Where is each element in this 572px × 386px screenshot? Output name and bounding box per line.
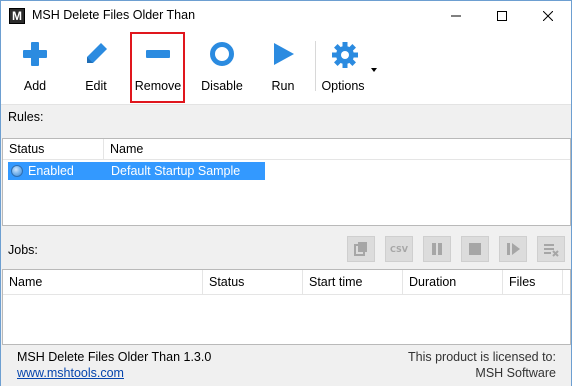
- app-logo-icon: M: [9, 8, 25, 24]
- gear-icon: [332, 42, 358, 68]
- close-button[interactable]: [525, 1, 571, 31]
- rules-list-header: Status Name: [3, 139, 570, 160]
- title-bar[interactable]: M MSH Delete Files Older Than: [1, 1, 571, 31]
- licensee-name: MSH Software: [475, 366, 556, 380]
- clear-button[interactable]: [537, 236, 565, 262]
- maximize-button[interactable]: [479, 1, 525, 31]
- column-header-status[interactable]: Status: [3, 139, 104, 160]
- edit-button[interactable]: Edit: [74, 35, 118, 97]
- step-icon: [507, 243, 520, 255]
- remove-highlight-box: [130, 32, 185, 103]
- copy-button[interactable]: [347, 236, 375, 262]
- rules-section-label: Rules:: [8, 110, 44, 124]
- run-button[interactable]: Run: [263, 35, 303, 97]
- column-header-files[interactable]: Files: [503, 270, 563, 295]
- clear-icon: [544, 244, 559, 257]
- disable-button[interactable]: Disable: [199, 35, 245, 97]
- column-header-name[interactable]: Name: [104, 139, 264, 160]
- pause-icon: [432, 243, 442, 255]
- export-csv-button[interactable]: CSV: [385, 236, 413, 262]
- pause-button[interactable]: [423, 236, 451, 262]
- jobs-section-label: Jobs:: [8, 243, 38, 257]
- stop-icon: [469, 243, 481, 255]
- column-header-name[interactable]: Name: [3, 270, 203, 295]
- column-header-status[interactable]: Status: [203, 270, 303, 295]
- rules-list[interactable]: Status Name Enabled Default Startup Samp…: [2, 138, 571, 226]
- app-window: M MSH Delete Files Older Than Add Edit R…: [0, 0, 572, 386]
- table-row[interactable]: Enabled Default Startup Sample Rule: [8, 162, 265, 196]
- jobs-list[interactable]: Name Status Start time Duration Files: [2, 269, 571, 345]
- column-header-duration[interactable]: Duration: [403, 270, 503, 295]
- add-button[interactable]: Add: [13, 35, 57, 97]
- plus-icon: [23, 42, 47, 66]
- minimize-icon: [451, 15, 461, 17]
- run-label: Run: [271, 79, 295, 93]
- options-button[interactable]: Options: [321, 35, 377, 97]
- step-button[interactable]: [499, 236, 527, 262]
- options-label: Options: [321, 79, 365, 93]
- edit-label: Edit: [85, 79, 107, 93]
- chevron-down-icon[interactable]: [371, 68, 377, 72]
- csv-icon: CSV: [390, 244, 408, 254]
- toolbar-separator: [315, 41, 316, 91]
- jobs-list-header: Name Status Start time Duration Files: [3, 270, 570, 295]
- product-version: MSH Delete Files Older Than 1.3.0: [17, 350, 212, 364]
- rule-status: Enabled: [28, 164, 74, 178]
- rule-name: Default Startup Sample Rule: [111, 164, 241, 196]
- copy-icon: [354, 242, 367, 256]
- enabled-status-icon: [11, 165, 23, 177]
- pencil-icon: [87, 43, 107, 63]
- license-info: This product is licensed to: MSH Softwar…: [408, 349, 556, 381]
- minimize-button[interactable]: [433, 1, 479, 31]
- add-label: Add: [23, 79, 47, 93]
- circle-icon: [210, 42, 234, 66]
- stop-button[interactable]: [461, 236, 489, 262]
- window-title: MSH Delete Files Older Than: [32, 8, 196, 22]
- column-header-start-time[interactable]: Start time: [303, 270, 403, 295]
- disable-label: Disable: [201, 79, 243, 93]
- footer-left: MSH Delete Files Older Than 1.3.0 www.ms…: [17, 349, 211, 381]
- website-link[interactable]: www.mshtools.com: [17, 365, 211, 381]
- maximize-icon: [497, 11, 507, 21]
- close-icon: [543, 11, 553, 21]
- main-toolbar: Add Edit Remove Disable Run Options: [1, 31, 571, 105]
- play-icon: [274, 43, 294, 65]
- license-label: This product is licensed to:: [408, 350, 556, 364]
- status-footer: MSH Delete Files Older Than 1.3.0 www.ms…: [1, 345, 571, 386]
